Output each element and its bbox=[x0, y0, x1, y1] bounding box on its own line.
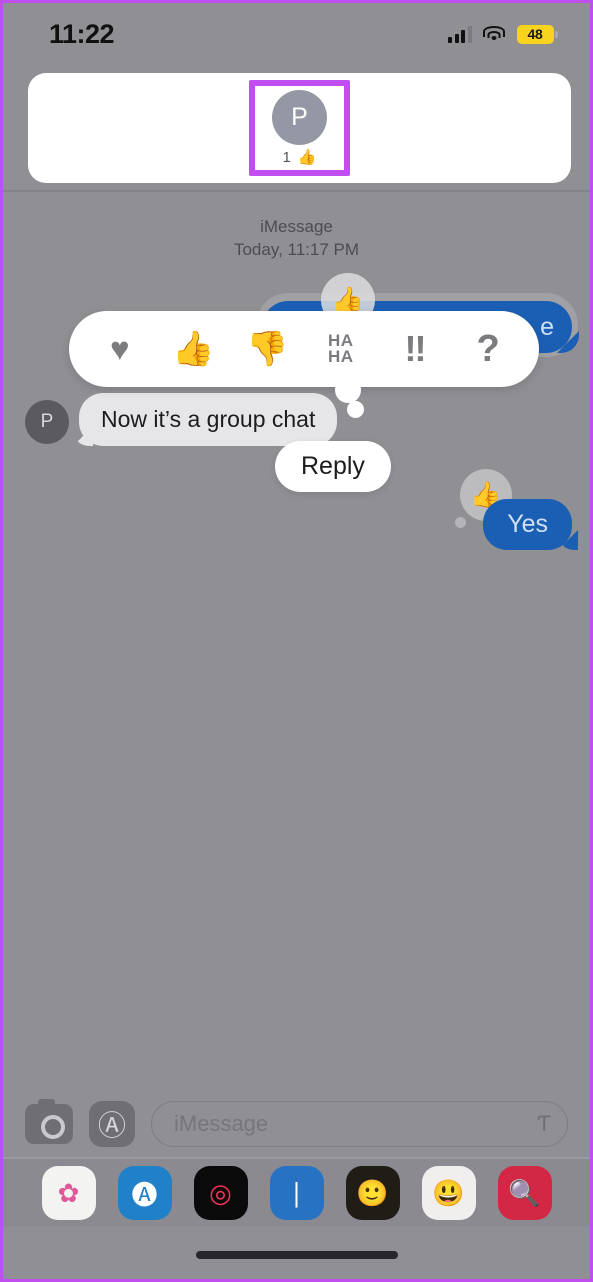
wifi-icon bbox=[483, 25, 506, 43]
tapback-option-exclamation[interactable]: !! bbox=[386, 321, 442, 377]
status-bar: 11:22 48 bbox=[3, 3, 590, 65]
tapback-option-haha[interactable]: HA HA bbox=[313, 321, 369, 377]
app-store-app-icon[interactable]: 🅐 bbox=[117, 1166, 172, 1220]
exclamation-icon: !! bbox=[404, 328, 426, 369]
app-store-icon[interactable]: Ⓐ bbox=[89, 1101, 135, 1147]
message-bubble-sent-yes[interactable]: Yes bbox=[483, 499, 572, 550]
heart-icon: ♥ bbox=[110, 330, 130, 367]
message-text: Yes bbox=[507, 510, 548, 538]
home-indicator[interactable] bbox=[195, 1251, 398, 1259]
timestamp-label: Today, 11:17 PM bbox=[233, 240, 360, 259]
tapback-option-heart[interactable]: ♥ bbox=[92, 321, 148, 377]
memoji-stickers-app-icon[interactable]: 😃 bbox=[421, 1166, 476, 1220]
service-label: iMessage bbox=[260, 217, 333, 236]
memoji-app-icon[interactable]: 🙂 bbox=[345, 1166, 400, 1220]
reply-button[interactable]: Reply bbox=[275, 441, 391, 492]
tapback-option-thumbs-down[interactable]: 👎 bbox=[239, 321, 295, 377]
haha-icon: HA HA bbox=[328, 332, 354, 366]
status-bar-clock: 11:22 bbox=[49, 18, 115, 49]
microphone-icon[interactable]: Ƭ bbox=[538, 1111, 551, 1137]
message-bubble-received[interactable]: Now it’s a group chat bbox=[79, 393, 338, 446]
iphone-screen: 11:22 48 P 1 👍 iMessage Today, 11:17 PM … bbox=[0, 0, 593, 1282]
battery-level-label: 48 bbox=[527, 26, 543, 42]
tapback-bar-tail-small bbox=[347, 401, 364, 418]
question-mark-icon: ? bbox=[476, 327, 500, 370]
thumbs-up-icon: 👍 bbox=[172, 330, 215, 368]
fitness-app-icon[interactable]: ◎ bbox=[193, 1166, 248, 1220]
message-row-received: P Now it’s a group chat bbox=[25, 393, 338, 446]
tapback-picker-bar[interactable]: ♥ 👍 👎 HA HA !! ? bbox=[69, 311, 539, 387]
photos-app-icon[interactable]: ✿ bbox=[41, 1166, 96, 1220]
thumbs-up-icon: 👍 bbox=[297, 149, 317, 166]
reaction-count-row: 1 👍 bbox=[282, 148, 317, 167]
message-input-field[interactable]: iMessage Ƭ bbox=[151, 1101, 568, 1147]
contact-avatar-icon: P bbox=[25, 400, 69, 444]
conversation-timestamp: iMessage Today, 11:17 PM bbox=[3, 215, 590, 261]
reply-button-label: Reply bbox=[301, 452, 365, 480]
music-waveform-app-icon[interactable]: ∣ bbox=[269, 1166, 324, 1220]
message-input-placeholder: iMessage bbox=[174, 1111, 269, 1136]
tapback-detail-card[interactable]: P 1 👍 bbox=[28, 73, 571, 183]
tapback-bar-tail-large bbox=[335, 377, 361, 403]
contact-avatar-icon: P bbox=[272, 90, 327, 145]
imessage-app-drawer[interactable]: ✿ 🅐 ◎ ∣ 🙂 😃 🔍 bbox=[3, 1159, 590, 1227]
reaction-count-label: 1 bbox=[282, 148, 291, 166]
tapback-option-thumbs-up[interactable]: 👍 bbox=[165, 321, 221, 377]
message-bubble-sent-top-text: e bbox=[540, 313, 554, 341]
message-text: Now it’s a group chat bbox=[101, 406, 316, 432]
haha-line-2: HA bbox=[328, 347, 354, 366]
message-input-toolbar: Ⓐ iMessage Ƭ bbox=[3, 1089, 590, 1159]
thumbs-down-icon: 👎 bbox=[245, 330, 289, 368]
status-bar-indicators: 48 bbox=[448, 24, 558, 44]
signal-bars-icon bbox=[448, 25, 472, 43]
reactor-entry[interactable]: P 1 👍 bbox=[272, 90, 327, 166]
camera-icon[interactable] bbox=[25, 1099, 73, 1144]
header-divider bbox=[3, 190, 590, 192]
tapback-option-question[interactable]: ? bbox=[460, 321, 516, 377]
images-search-app-icon[interactable]: 🔍 bbox=[497, 1166, 552, 1220]
battery-low-power-icon: 48 bbox=[516, 24, 558, 44]
